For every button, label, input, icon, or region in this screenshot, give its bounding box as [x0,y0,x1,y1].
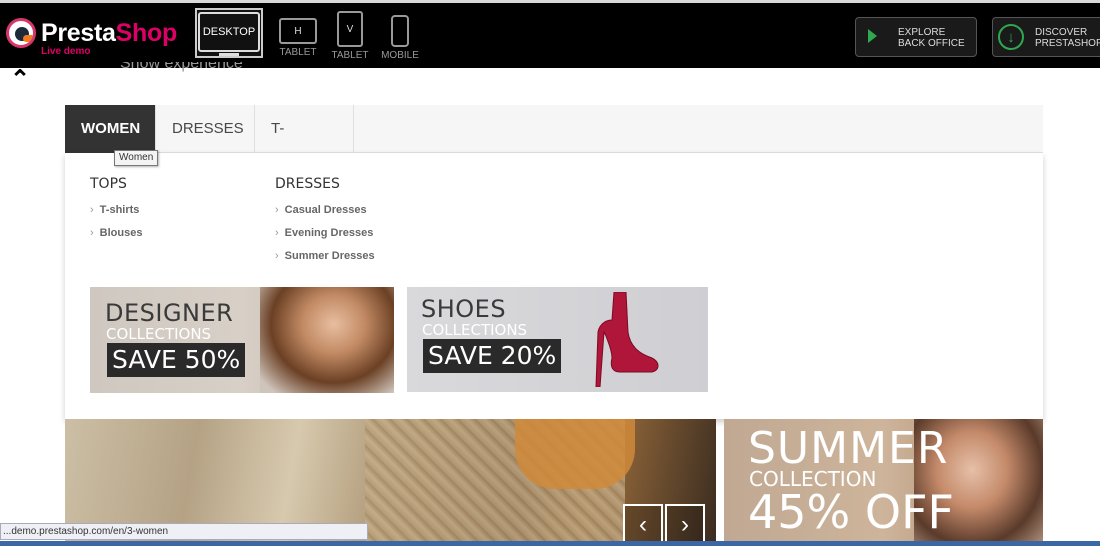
device-label: TABLET [279,47,317,58]
chevron-right-icon: › [90,227,94,239]
desktop-monitor-icon: DESKTOP [198,12,260,52]
chevron-right-icon: › [275,227,279,239]
explore-button-label: EXPLORE BACK OFFICE [898,27,965,49]
subcategory-link[interactable]: › Evening Dresses [275,227,373,239]
women-dropdown-panel: TOPS › T-shirts › Blouses DRESSES › Casual … [65,153,1043,419]
subcategory-link[interactable]: › Casual Dresses [275,204,367,216]
download-icon: ↓ [998,24,1024,50]
device-mobile-button[interactable]: MOBILE [378,8,422,68]
banner-heading: DESIGNER [105,299,234,327]
device-tablet-vertical-button[interactable]: V TABLET [330,8,370,68]
banner-heading: SHOES [421,295,507,323]
discover-button-label: DISCOVER PRESTASHOP [1035,27,1100,49]
shoes-collection-banner[interactable]: SHOES COLLECTIONS SAVE 20% [407,287,708,392]
red-heel-shoe-image [595,292,659,387]
menu-item-dresses[interactable]: DRESSES [156,105,255,153]
glove-image [515,419,635,489]
os-taskbar [0,541,1100,546]
slider-next-button[interactable]: › [665,504,705,546]
chevron-right-icon: › [90,204,94,216]
mobile-phone-icon [391,15,409,47]
logo-brand: PrestaShop [41,19,177,47]
designer-collection-banner[interactable]: DESIGNER COLLECTIONS SAVE 50% [90,287,394,393]
banner-discount: 45% OFF [748,485,954,539]
subcategory-link[interactable]: › Summer Dresses [275,250,375,262]
logo-subtitle: Live demo [41,46,91,57]
banner-subheading: COLLECTIONS [422,321,528,339]
model-photo [260,287,394,393]
monitor-stand [219,53,239,56]
banner-discount: SAVE 20% [423,339,562,373]
puffin-logo-icon [6,18,36,48]
tablet-vertical-icon: V [337,11,363,47]
hidden-header-text: Show experience [120,62,243,72]
prestashop-logo[interactable]: PrestaShop Live demo [6,16,181,58]
banner-subheading: COLLECTIONS [106,325,212,343]
play-icon [868,29,877,43]
top-menu: WOMEN DRESSES T-SHIRTS [65,105,1043,185]
menu-item-women[interactable]: WOMEN [65,105,156,153]
device-desktop-button[interactable]: DESKTOP [195,8,263,58]
device-label: MOBILE [381,50,419,61]
category-tops-heading[interactable]: TOPS [90,176,127,192]
browser-status-bar: ...demo.prestashop.com/en/3-women [0,523,368,540]
chevron-right-icon: › [275,204,279,216]
category-dresses-heading[interactable]: DRESSES [275,176,340,192]
collapse-caret-icon[interactable]: ⌃ [10,68,38,92]
banner-discount: SAVE 50% [107,343,246,377]
discover-prestashop-button[interactable]: ↓ DISCOVER PRESTASHOP [992,17,1100,57]
menu-item-tshirts[interactable]: T-SHIRTS [255,105,354,185]
demo-topbar: PrestaShop Live demo DESKTOP H TABLET V … [0,0,1100,68]
subcategory-link[interactable]: › Blouses [90,227,142,239]
chevron-right-icon: › [275,250,279,262]
summer-collection-banner[interactable]: SUMMER COLLECTION 45% OFF [724,419,1043,546]
explore-back-office-button[interactable]: EXPLORE BACK OFFICE [855,17,977,57]
device-tablet-horizontal-button[interactable]: H TABLET [275,8,321,68]
menu-tooltip: Women [114,150,159,166]
device-label: TABLET [331,50,369,61]
tablet-horizontal-icon: H [279,18,317,44]
slider-prev-button[interactable]: ‹ [623,504,663,546]
subcategory-link[interactable]: › T-shirts [90,204,139,216]
